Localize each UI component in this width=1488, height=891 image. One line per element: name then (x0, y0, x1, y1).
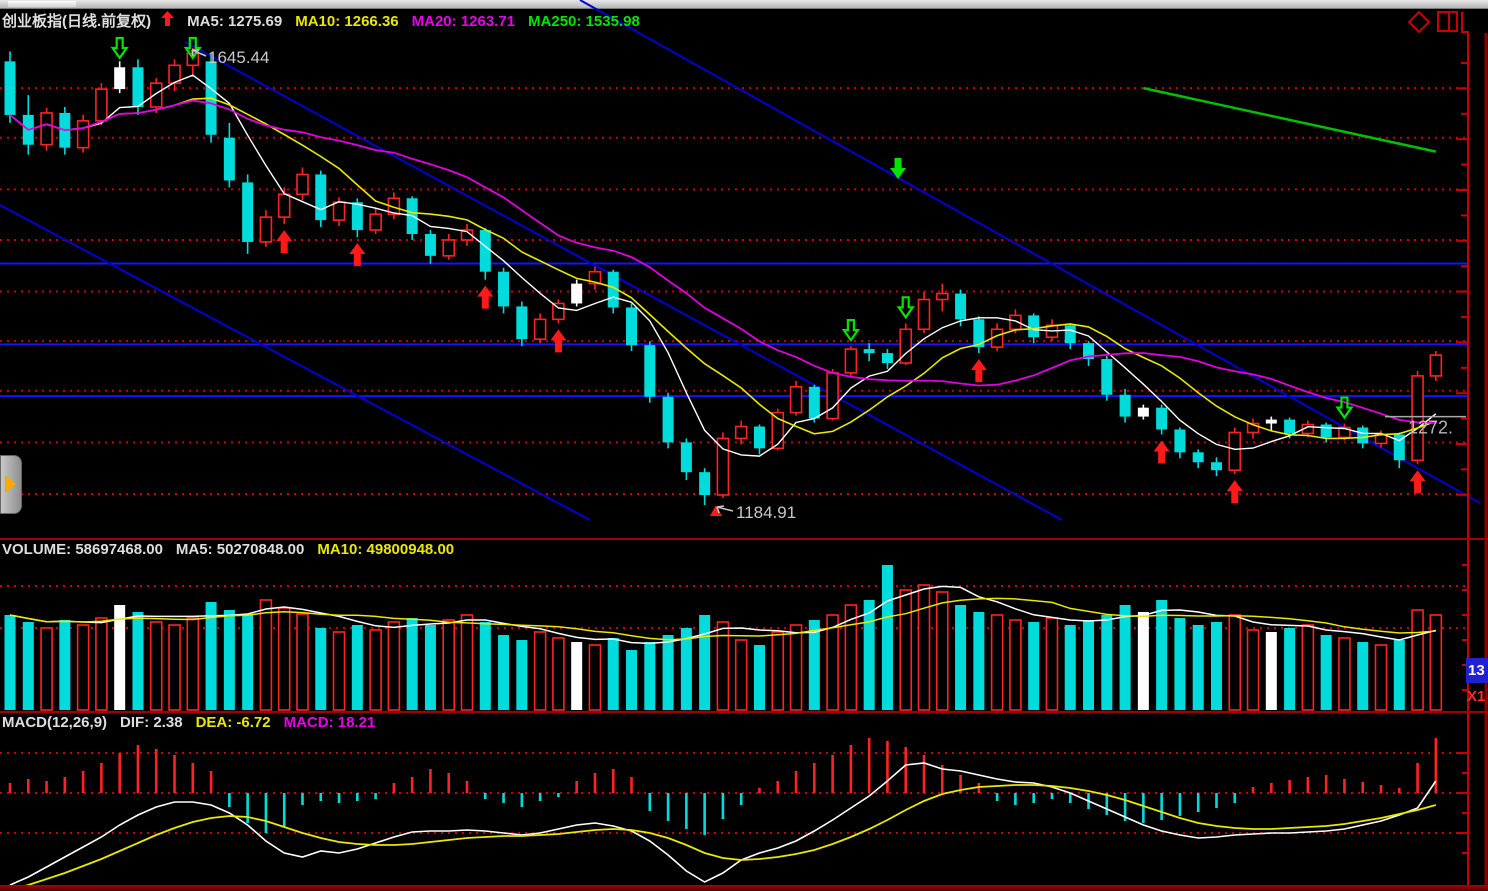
svg-text:1645.44: 1645.44 (208, 48, 269, 67)
main-chart-header: 创业板指(日线.前复权) MA5: 1275.69 MA10: 1266.36 MA2… (2, 10, 653, 31)
volume-panel-separator (0, 538, 1488, 540)
buy-arrow-icon (1154, 440, 1170, 463)
chart-area[interactable]: 1645.44 1184.91 1272. (0, 0, 1488, 891)
ma10-readout: MA10: 1266.36 (295, 13, 398, 30)
macd-dif-dea-lines (10, 763, 1436, 890)
bottom-border (0, 885, 1488, 891)
volume-readout: VOLUME: 58697468.00 (2, 541, 163, 558)
candlesticks (5, 48, 1442, 505)
ma250-readout: MA250: 1535.98 (528, 13, 640, 30)
sell-arrow-icon (899, 297, 913, 317)
horizontal-trend-levels (0, 263, 1468, 396)
buy-arrow-icon (276, 230, 292, 253)
descending-trendlines (0, 0, 1480, 520)
macd-gridlines (0, 753, 1468, 833)
buy-arrow-icon (550, 329, 566, 352)
svg-text:1272.: 1272. (1408, 418, 1453, 438)
macd-readout: MACD: 18.21 (284, 714, 376, 731)
volume-ma10-readout: MA10: 49800948.00 (317, 541, 454, 558)
macd-panel-separator (0, 711, 1488, 713)
trend-up-icon (161, 11, 174, 26)
macd-formula: MACD(12,26,9) (2, 714, 107, 731)
volume-ma5-readout: MA5: 50270848.00 (176, 541, 304, 558)
volume-gridlines (0, 586, 1468, 628)
svg-text:1184.91: 1184.91 (736, 503, 796, 522)
buy-arrow-icon (1227, 480, 1243, 503)
ma20-readout: MA20: 1263.71 (412, 13, 515, 30)
window-split-icon-tail (1461, 12, 1463, 33)
window-split-icon[interactable] (1437, 11, 1458, 32)
trading-terminal-window: 1645.44 1184.91 1272. 创业板指(日线.前复权) MA5: 127… (0, 0, 1488, 891)
ma5-readout: MA5: 1275.69 (187, 13, 282, 30)
macd-header: MACD(12,26,9) DIF: 2.38 DEA: -6.72 MACD: 18… (2, 714, 388, 731)
buy-arrow-icon (1410, 470, 1426, 493)
sidebar-expand-handle[interactable] (0, 455, 22, 514)
trendline-sell-marker (890, 158, 906, 179)
sell-arrow-icon (113, 38, 127, 58)
buy-arrow-icon (971, 359, 987, 382)
symbol-title: 创业板指(日线.前复权) (2, 13, 151, 30)
ma250-line (1143, 88, 1435, 152)
buy-arrow-icon (477, 286, 493, 309)
dif-readout: DIF: 2.38 (120, 714, 183, 731)
sell-arrow-icon (844, 320, 858, 340)
volume-multiplier-label: X1 (1466, 686, 1488, 708)
right-axis (1456, 33, 1486, 886)
price-annotations: 1645.44 1184.91 1272. (192, 48, 1466, 522)
dea-readout: DEA: -6.72 (196, 714, 271, 731)
ma-lines (10, 75, 1436, 456)
volume-axis-badge: 13 (1466, 658, 1488, 683)
volume-header: VOLUME: 58697468.00 MA5: 50270848.00 MA10:… (2, 541, 467, 558)
